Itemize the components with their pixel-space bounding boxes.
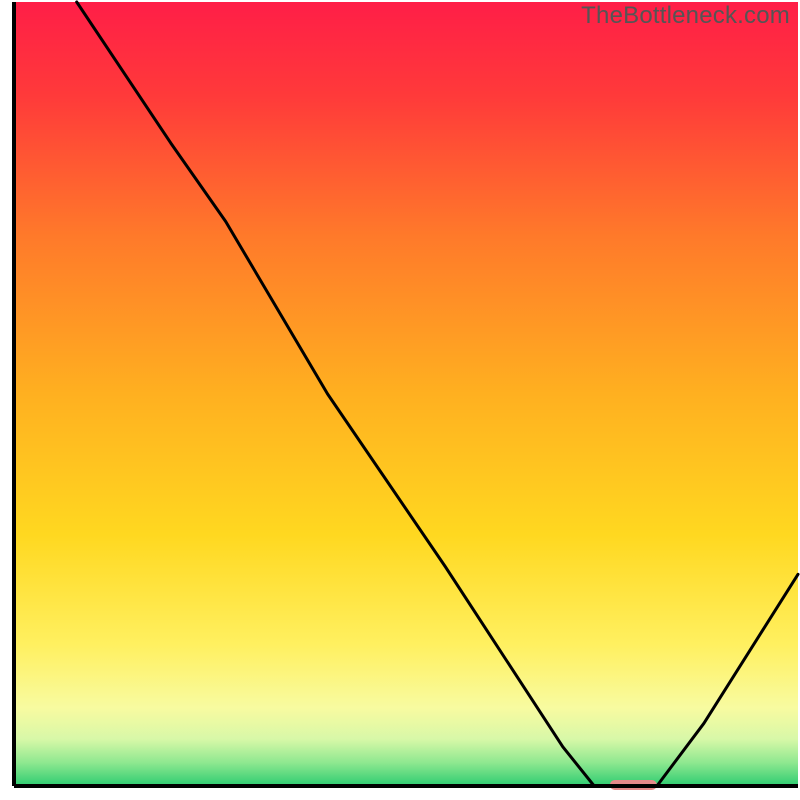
bottleneck-chart: TheBottleneck.com [0,0,800,800]
gradient-background [14,2,798,786]
watermark-text: TheBottleneck.com [581,2,790,30]
chart-svg [0,0,800,800]
